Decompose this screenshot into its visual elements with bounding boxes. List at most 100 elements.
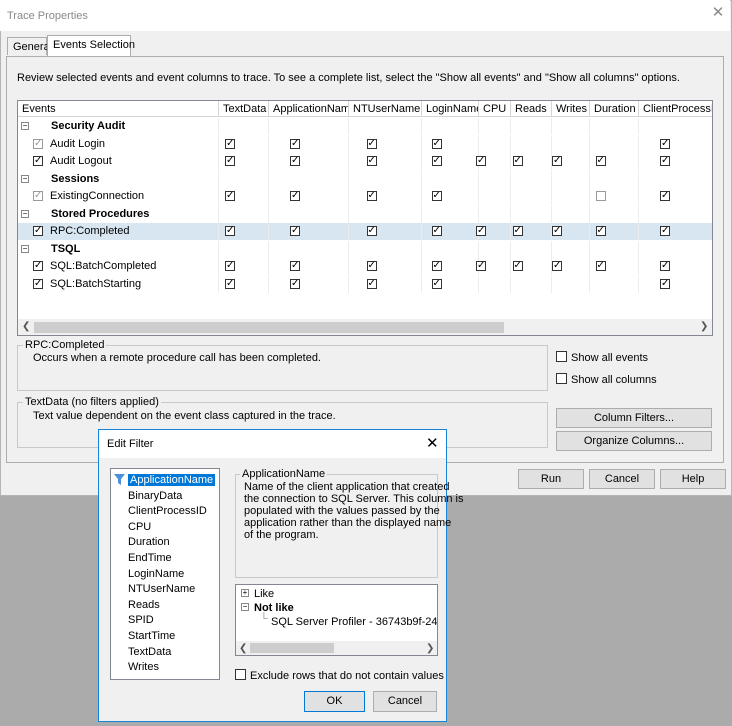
event-category-row[interactable]: − Sessions: [18, 170, 712, 188]
column-header-ntusername[interactable]: NTUserName: [349, 101, 422, 117]
column-checkbox[interactable]: ✓: [290, 278, 300, 289]
column-checkbox[interactable]: ✓: [431, 261, 442, 271]
collapse-category-icon[interactable]: −: [21, 209, 29, 218]
column-checkbox[interactable]: ✓: [595, 261, 606, 271]
event-checkbox[interactable]: ✓: [33, 138, 43, 149]
column-header-textdata[interactable]: TextData: [219, 101, 269, 117]
filter-column-item[interactable]: LoginName: [128, 568, 184, 580]
tree-scroll-right-icon[interactable]: ❯: [426, 643, 434, 654]
event-checkbox[interactable]: ✓: [33, 261, 43, 271]
event-row[interactable]: ✓ ExistingConnection ✓ ✓ ✓ ✓ ✓: [18, 188, 712, 205]
filter-column-item[interactable]: Reads: [128, 599, 160, 611]
column-checkbox[interactable]: ✓: [366, 226, 377, 236]
filter-column-item[interactable]: EndTime: [128, 552, 172, 564]
column-checkbox[interactable]: ✓: [476, 226, 486, 236]
column-checkbox[interactable]: ✓: [476, 261, 486, 271]
column-header-loginname[interactable]: LoginName: [422, 101, 479, 117]
show-all-columns-checkbox[interactable]: [556, 373, 567, 384]
organize-columns-button[interactable]: Organize Columns...: [556, 431, 712, 451]
tree-scroll-thumb[interactable]: [250, 643, 334, 653]
collapse-category-icon[interactable]: −: [21, 244, 29, 253]
ok-button[interactable]: OK: [304, 691, 365, 712]
column-checkbox[interactable]: ✓: [366, 191, 377, 201]
scroll-thumb[interactable]: [34, 322, 504, 333]
column-checkbox[interactable]: ✓: [552, 156, 562, 166]
help-button[interactable]: Help: [660, 469, 726, 489]
filter-column-item[interactable]: NTUserName: [128, 583, 195, 595]
column-checkbox[interactable]: ✓: [366, 156, 377, 166]
column-checkbox[interactable]: ✓: [660, 226, 670, 236]
column-checkbox[interactable]: ✓: [431, 191, 442, 201]
column-header-events[interactable]: Events: [18, 101, 219, 117]
column-header-clientprocessid[interactable]: ClientProcessID: [639, 101, 712, 117]
event-checkbox[interactable]: ✓: [33, 278, 43, 289]
column-checkbox[interactable]: ✓: [290, 138, 300, 149]
filter-column-item[interactable]: ClientProcessID: [128, 505, 207, 517]
event-row[interactable]: ✓ Audit Logout ✓ ✓ ✓ ✓ ✓ ✓ ✓ ✓ ✓: [18, 153, 712, 170]
event-row[interactable]: ✓ SQL:BatchCompleted ✓ ✓ ✓ ✓ ✓ ✓ ✓ ✓ ✓: [18, 258, 712, 275]
column-checkbox[interactable]: ✓: [290, 191, 300, 201]
column-checkbox[interactable]: ✓: [512, 226, 523, 236]
filter-column-item[interactable]: Writes: [128, 661, 159, 673]
column-checkbox[interactable]: ✓: [431, 226, 442, 236]
column-checkbox[interactable]: ✓: [290, 156, 300, 166]
column-checkbox[interactable]: ✓: [225, 226, 235, 236]
tab-events-selection[interactable]: Events Selection: [47, 35, 135, 56]
filter-column-item[interactable]: Duration: [128, 536, 170, 548]
column-header-duration[interactable]: Duration: [590, 101, 639, 117]
column-checkbox[interactable]: ✓: [595, 156, 606, 166]
event-category-row[interactable]: − Security Audit: [18, 118, 712, 135]
collapse-category-icon[interactable]: −: [21, 122, 29, 130]
column-checkbox[interactable]: ✓: [476, 156, 486, 166]
exclude-rows-checkbox[interactable]: [235, 669, 246, 680]
edit-filter-close-icon[interactable]: ✕: [426, 434, 439, 452]
scroll-left-icon[interactable]: ❮: [22, 321, 30, 332]
column-checkbox[interactable]: ✓: [660, 278, 670, 289]
filter-column-item[interactable]: ApplicationName: [128, 474, 216, 486]
collapse-category-icon[interactable]: −: [21, 174, 29, 183]
event-row[interactable]: ✓ Audit Login ✓ ✓ ✓ ✓ ✓: [18, 135, 712, 153]
column-checkbox[interactable]: ✓: [225, 138, 235, 149]
column-header-cpu[interactable]: CPU: [479, 101, 511, 117]
column-checkbox[interactable]: ✓: [366, 278, 377, 289]
column-checkbox[interactable]: [595, 191, 606, 201]
column-filters-button[interactable]: Column Filters...: [556, 408, 712, 428]
event-category-row[interactable]: − TSQL: [18, 240, 712, 258]
filter-column-item[interactable]: CPU: [128, 521, 151, 533]
column-header-reads[interactable]: Reads: [511, 101, 552, 117]
column-checkbox[interactable]: ✓: [595, 226, 606, 236]
tree-node-value[interactable]: SQL Server Profiler - 36743b9f-24c0-48: [271, 616, 437, 628]
column-checkbox[interactable]: ✓: [512, 261, 523, 271]
filter-column-item[interactable]: SPID: [128, 614, 154, 626]
event-row[interactable]: ✓ SQL:BatchStarting ✓ ✓ ✓ ✓ ✓: [18, 275, 712, 293]
event-category-row[interactable]: − Stored Procedures: [18, 205, 712, 223]
tree-node-like[interactable]: Like: [254, 588, 274, 600]
column-checkbox[interactable]: ✓: [225, 156, 235, 166]
column-checkbox[interactable]: ✓: [552, 226, 562, 236]
tab-general[interactable]: General: [7, 37, 52, 55]
event-row[interactable]: ✓ RPC:Completed ✓ ✓ ✓ ✓ ✓ ✓ ✓ ✓ ✓: [18, 223, 712, 240]
event-checkbox[interactable]: ✓: [33, 191, 43, 201]
cancel-button[interactable]: Cancel: [589, 469, 655, 489]
collapse-not-like-icon[interactable]: −: [241, 603, 249, 611]
expand-like-icon[interactable]: +: [241, 589, 249, 597]
column-header-writes[interactable]: Writes: [552, 101, 590, 117]
column-checkbox[interactable]: ✓: [225, 191, 235, 201]
run-button[interactable]: Run: [518, 469, 584, 489]
column-checkbox[interactable]: ✓: [366, 261, 377, 271]
column-checkbox[interactable]: ✓: [660, 261, 670, 271]
column-checkbox[interactable]: ✓: [225, 261, 235, 271]
column-checkbox[interactable]: ✓: [431, 278, 442, 289]
column-checkbox[interactable]: ✓: [290, 261, 300, 271]
filter-column-item[interactable]: BinaryData: [128, 490, 182, 502]
edit-filter-cancel-button[interactable]: Cancel: [373, 691, 437, 712]
column-checkbox[interactable]: ✓: [431, 156, 442, 166]
column-checkbox[interactable]: ✓: [366, 138, 377, 149]
column-header-applicationname[interactable]: ApplicationName: [269, 101, 349, 117]
column-checkbox[interactable]: ✓: [431, 138, 442, 149]
window-close-icon[interactable]: ✕: [710, 5, 726, 21]
filter-column-item[interactable]: StartTime: [128, 630, 175, 642]
column-checkbox[interactable]: ✓: [660, 156, 670, 166]
column-checkbox[interactable]: ✓: [512, 156, 523, 166]
show-all-events-checkbox[interactable]: [556, 351, 567, 362]
